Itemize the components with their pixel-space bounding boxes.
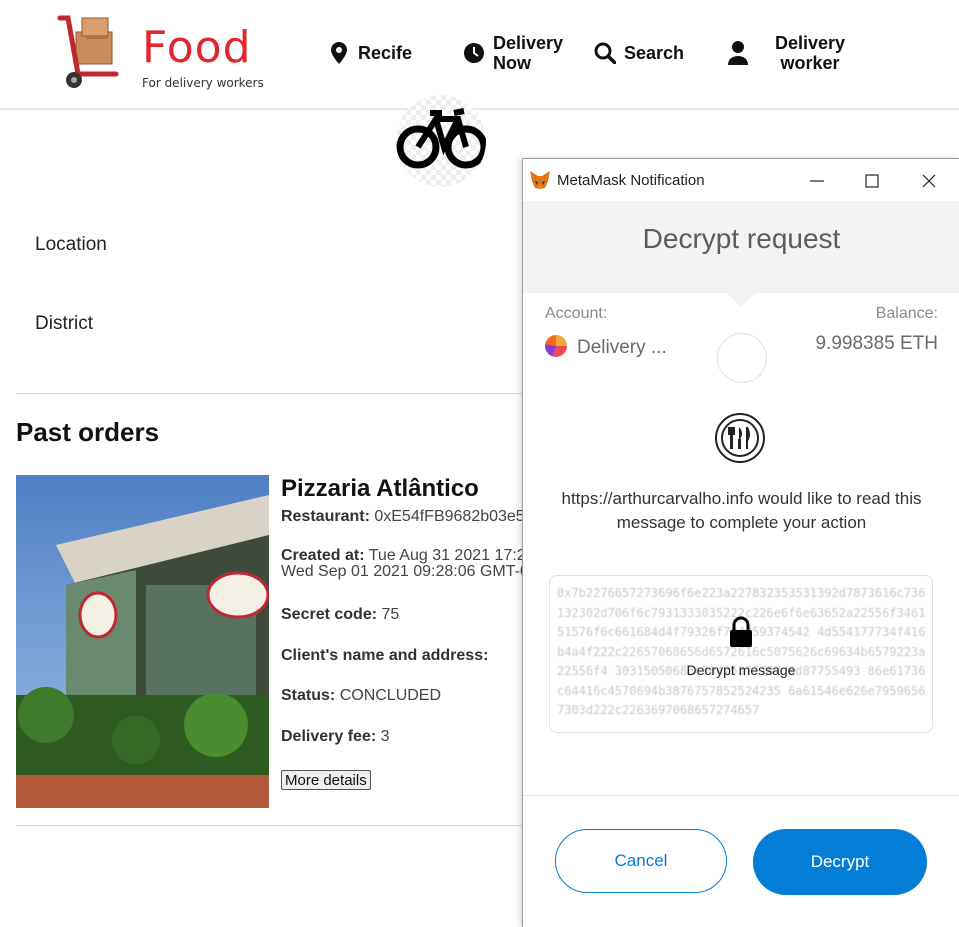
logo-subtitle: For delivery workers xyxy=(142,76,264,90)
account-name: Delivery ... xyxy=(577,337,667,358)
nav-delivery-now[interactable]: Delivery Now xyxy=(463,33,563,73)
created-label: Created at: xyxy=(281,547,365,564)
user-icon xyxy=(727,41,749,65)
order-restaurant-line: Restaurant: 0xE54fFB9682b03e5A xyxy=(281,508,535,526)
hand-truck-icon xyxy=(57,15,119,88)
request-description: https://arthurcarvalho.info would like t… xyxy=(561,489,922,532)
cancel-button[interactable]: Cancel xyxy=(555,829,727,893)
location-label: Location xyxy=(35,234,107,255)
created-value-line2: Wed Sep 01 2021 09:28:06 GMT-0 xyxy=(281,563,529,580)
nav-search[interactable]: Search xyxy=(594,42,684,64)
nav-delivery-now-line1: Delivery xyxy=(493,33,564,53)
close-icon[interactable] xyxy=(917,169,941,193)
clock-icon xyxy=(463,42,485,64)
order-divider xyxy=(16,825,536,826)
more-details-button[interactable]: More details xyxy=(281,770,371,790)
footer-divider xyxy=(523,795,959,796)
nav-search-label: Search xyxy=(624,43,685,63)
status-value: CONCLUDED xyxy=(339,687,442,704)
order-created-line: Created at: Tue Aug 31 2021 17:2 Wed Sep… xyxy=(281,548,529,580)
bicycle-icon xyxy=(396,108,486,169)
maximize-icon[interactable] xyxy=(860,169,884,193)
fee-label: Delivery fee: xyxy=(281,728,377,745)
nav-recife-label: Recife xyxy=(358,43,413,63)
fee-value: 3 xyxy=(380,728,390,745)
profile-avatar xyxy=(396,95,486,187)
search-icon xyxy=(594,42,616,64)
nav-delivery-worker[interactable]: Delivery worker xyxy=(727,33,845,73)
decrypt-message-lock[interactable] xyxy=(550,616,932,653)
order-client-line: Client's name and address: xyxy=(281,647,488,665)
location-pin-icon xyxy=(328,42,350,64)
nav-delivery-now-line2: Now xyxy=(493,53,531,73)
section-divider xyxy=(16,393,536,394)
order-fee-line: Delivery fee: 3 xyxy=(281,728,390,746)
minimize-icon[interactable] xyxy=(805,169,829,193)
metamask-notification-window: MetaMask Notification Decrypt request Ac… xyxy=(522,158,959,927)
metamask-fox-icon xyxy=(530,171,550,189)
restaurant-value: 0xE54fFB9682b03e5A xyxy=(374,508,536,525)
order-restaurant-name: Pizzaria Atlântico xyxy=(281,475,479,502)
origin-icon-placeholder xyxy=(717,333,767,383)
decrypt-button[interactable]: Decrypt xyxy=(753,829,927,895)
decrypt-header: Decrypt request xyxy=(523,201,959,293)
top-navbar: Food For delivery workers Recife Deliver… xyxy=(0,0,959,110)
encrypted-message-box[interactable]: 0x7b2276657273696f6e223a227832353531392d… xyxy=(549,575,933,733)
balance-label: Balance: xyxy=(875,305,938,322)
window-title: MetaMask Notification xyxy=(557,171,705,189)
nav-recife[interactable]: Recife xyxy=(328,42,412,64)
account-label: Account: xyxy=(545,305,608,322)
order-secret-line: Secret code: 75 xyxy=(281,606,399,624)
order-status-line: Status: CONCLUDED xyxy=(281,687,441,705)
restaurant-photo xyxy=(16,475,269,808)
secret-value: 75 xyxy=(381,606,400,623)
window-titlebar[interactable]: MetaMask Notification xyxy=(523,159,959,201)
header-arrow xyxy=(727,293,755,307)
past-orders-title: Past orders xyxy=(16,417,160,447)
decrypt-message-label[interactable]: Decrypt message xyxy=(550,662,932,678)
nav-delivery-worker-line2: worker xyxy=(780,53,840,73)
district-label: District xyxy=(35,313,94,334)
balance-value: 9.998385 ETH xyxy=(815,333,938,354)
lock-icon xyxy=(730,616,752,647)
status-label: Status: xyxy=(281,687,336,704)
restaurant-cutlery-icon xyxy=(715,413,765,463)
app-logo[interactable]: Food For delivery workers xyxy=(56,14,266,94)
secret-label: Secret code: xyxy=(281,606,378,623)
logo-title: Food xyxy=(142,22,252,73)
decrypt-request-title: Decrypt request xyxy=(642,223,841,254)
nav-delivery-worker-line1: Delivery xyxy=(775,33,846,53)
restaurant-label: Restaurant: xyxy=(281,508,370,525)
client-label: Client's name and address: xyxy=(281,647,489,664)
account-identicon xyxy=(545,335,567,357)
created-value: Tue Aug 31 2021 17:2 xyxy=(368,547,526,564)
